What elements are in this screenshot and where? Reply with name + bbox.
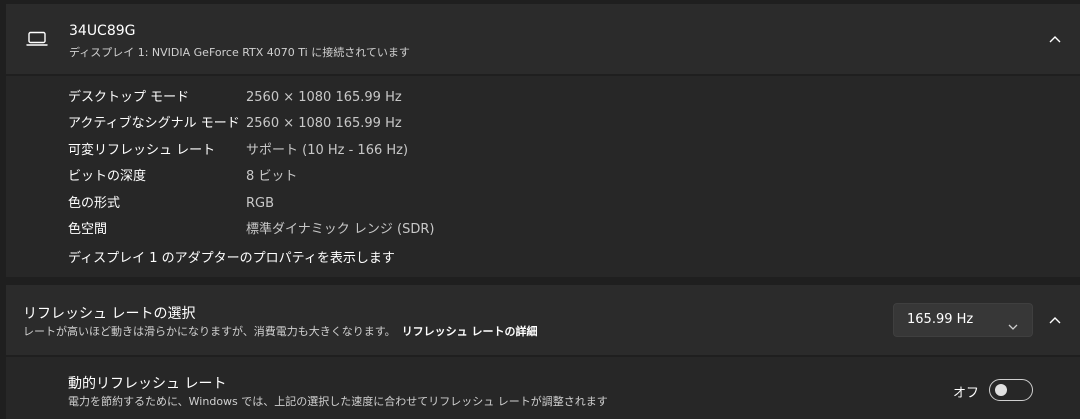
laptop-icon bbox=[26, 31, 48, 47]
detail-label: ビットの深度 bbox=[68, 169, 147, 184]
display-connection-info: ディスプレイ 1: NVIDIA GeForce RTX 4070 Ti に接続… bbox=[69, 46, 410, 59]
dynamic-refresh-rate-title: 動的リフレッシュ レート bbox=[68, 376, 227, 392]
detail-value: 標準ダイナミック レンジ (SDR) bbox=[246, 222, 435, 237]
refresh-rate-dropdown[interactable]: 165.99 Hz bbox=[893, 303, 1033, 337]
detail-value: RGB bbox=[246, 196, 275, 211]
detail-label: デスクトップ モード bbox=[68, 90, 190, 105]
detail-label: アクティブなシグナル モード bbox=[68, 116, 240, 131]
display-details-panel: デスクトップ モード 2560 × 1080 165.99 Hz アクティブなシ… bbox=[6, 76, 1080, 277]
toggle-knob bbox=[995, 384, 1007, 396]
detail-label: 色空間 bbox=[68, 222, 108, 237]
dynamic-refresh-rate-section: 動的リフレッシュ レート 電力を節約するために、Windows では、上記の選択… bbox=[6, 357, 1080, 419]
dynamic-refresh-rate-description: 電力を節約するために、Windows では、上記の選択した速度に合わせてリフレッ… bbox=[68, 395, 608, 408]
chevron-up-icon[interactable] bbox=[1048, 315, 1062, 325]
display-header[interactable]: 34UC89G ディスプレイ 1: NVIDIA GeForce RTX 407… bbox=[6, 4, 1080, 74]
detail-value: 2560 × 1080 165.99 Hz bbox=[246, 90, 402, 105]
refresh-rate-section: リフレッシュ レートの選択 レートが高いほど動きは滑らかになりますが、消費電力も… bbox=[6, 285, 1080, 355]
detail-value: 8 ビット bbox=[246, 169, 298, 184]
display-name: 34UC89G bbox=[69, 23, 136, 39]
detail-label: 色の形式 bbox=[68, 196, 121, 211]
refresh-rate-description: レートが高いほど動きは滑らかになりますが、消費電力も大きくなります。 リフレッシュ… bbox=[23, 323, 538, 339]
toggle-state-label: オフ bbox=[953, 386, 980, 401]
adapter-properties-link[interactable]: ディスプレイ 1 のアダプターのプロパティを表示します bbox=[68, 247, 395, 266]
detail-label: 可変リフレッシュ レート bbox=[68, 143, 216, 158]
dynamic-refresh-rate-toggle[interactable] bbox=[989, 379, 1033, 401]
refresh-rate-details-link[interactable]: リフレッシュ レートの詳細 bbox=[402, 325, 538, 338]
refresh-rate-selected-value: 165.99 Hz bbox=[907, 312, 974, 327]
chevron-down-icon bbox=[1008, 316, 1018, 330]
refresh-rate-description-text: レートが高いほど動きは滑らかになりますが、消費電力も大きくなります。 bbox=[23, 325, 396, 338]
detail-value: 2560 × 1080 165.99 Hz bbox=[246, 116, 402, 131]
chevron-up-icon[interactable] bbox=[1048, 34, 1062, 44]
detail-value: サポート (10 Hz - 166 Hz) bbox=[246, 143, 409, 158]
refresh-rate-title: リフレッシュ レートの選択 bbox=[23, 306, 196, 322]
